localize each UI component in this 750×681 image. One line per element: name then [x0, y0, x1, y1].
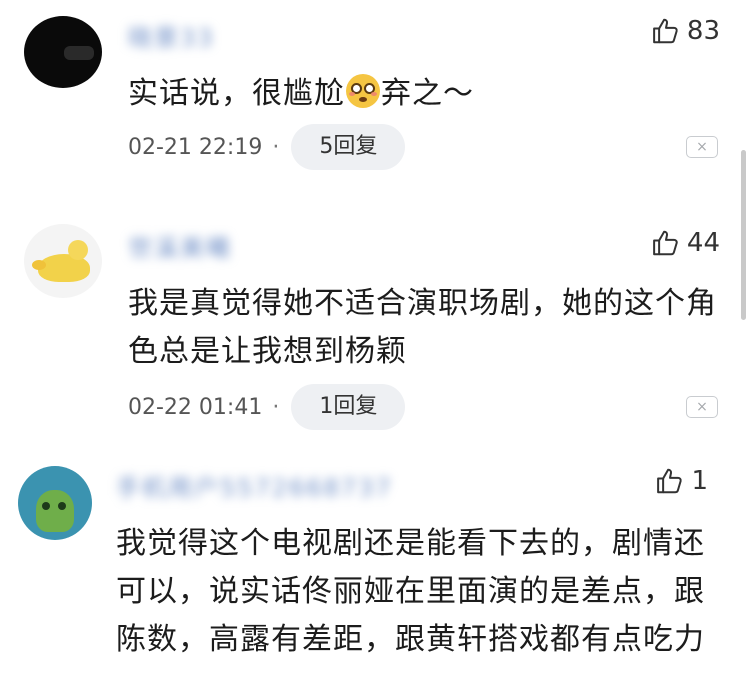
username[interactable]: 手机用户5572668737: [116, 468, 393, 503]
comment-text: 我觉得这个电视剧还是能看下去的，剧情还可以，说实话佟丽娅在里面演的是差点，跟陈数…: [116, 526, 705, 657]
comment-text: 我是真觉得她不适合演职场剧，她的这个角色总是让我想到杨颖: [128, 286, 717, 369]
timestamp: 02-21 22:19: [128, 134, 263, 160]
scrollbar[interactable]: [741, 150, 746, 320]
separator: ·: [272, 394, 280, 420]
like-count: 44: [686, 228, 720, 258]
comment-text-main: 实话说，很尴尬: [128, 76, 345, 111]
like-count: 83: [686, 16, 720, 46]
close-icon[interactable]: ×: [686, 396, 718, 418]
separator: ·: [272, 134, 280, 160]
avatar[interactable]: [24, 16, 102, 88]
avatar[interactable]: [18, 466, 92, 540]
username[interactable]: 世溪美曦: [128, 228, 232, 263]
comment-item: 世溪美曦 44 我是真觉得她不适合演职场剧，她的这个角色总是让我想到杨颖 02-…: [0, 210, 750, 440]
comment-text: 实话说，很尴尬 弃之～: [128, 70, 718, 118]
comment-text-tail: 弃之～: [381, 76, 474, 111]
replies-button[interactable]: 5回复: [291, 124, 406, 170]
username[interactable]: 晓景33: [128, 18, 215, 53]
close-icon[interactable]: ×: [686, 136, 718, 158]
replies-button[interactable]: 1回复: [291, 384, 406, 430]
flushed-face-emoji-icon: [346, 74, 380, 108]
comment-meta: 02-22 01:41 · 1回复: [128, 384, 406, 430]
comment-item: 晓景33 83 实话说，很尴尬 弃之～ 02-21 22:19 · 5回复 ×: [0, 0, 750, 200]
like-button[interactable]: 1: [655, 466, 708, 496]
like-button[interactable]: 44: [651, 228, 720, 258]
thumbs-up-icon: [653, 230, 678, 256]
like-button[interactable]: 83: [651, 16, 720, 46]
thumbs-up-icon: [653, 18, 678, 44]
avatar[interactable]: [24, 224, 102, 298]
comment-item: 手机用户5572668737 1 我觉得这个电视剧还是能看下去的，剧情还可以，说…: [0, 450, 750, 681]
comment-meta: 02-21 22:19 · 5回复: [128, 124, 406, 170]
thumbs-up-icon: [657, 468, 683, 494]
timestamp: 02-22 01:41: [128, 394, 263, 420]
like-count: 1: [691, 466, 708, 496]
